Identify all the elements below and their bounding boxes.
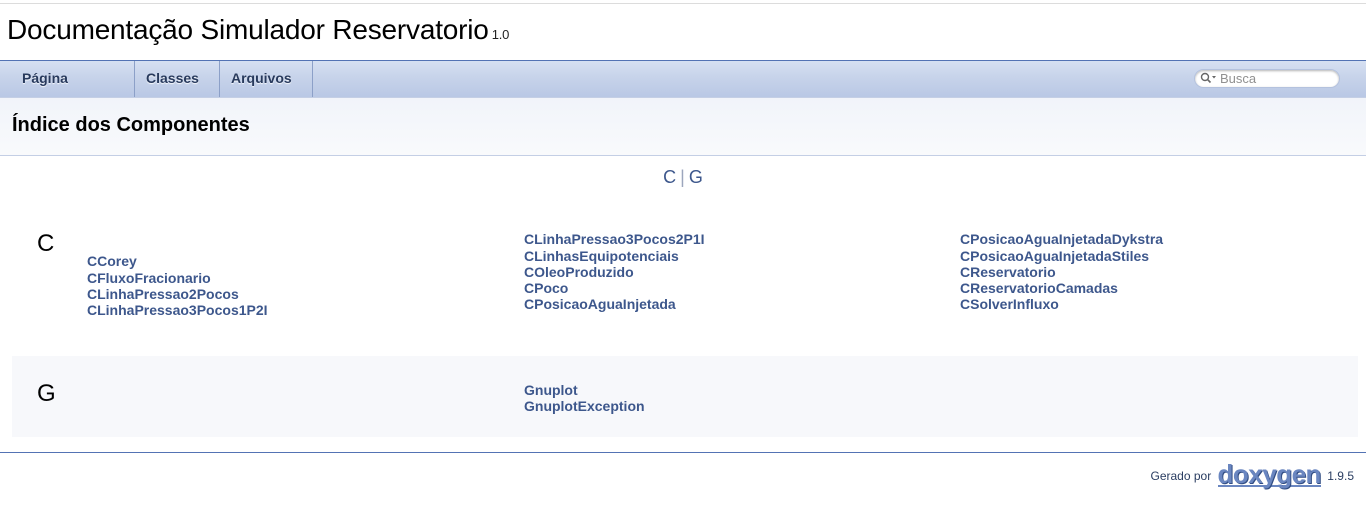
class-link[interactable]: CPosicaoAguaInjetadaDykstra xyxy=(960,231,1163,247)
search-box[interactable] xyxy=(1194,69,1340,88)
class-link[interactable]: CPoco xyxy=(524,280,568,296)
letter-index: C | G xyxy=(0,167,1366,188)
page-header: Índice dos Componentes xyxy=(0,98,1366,156)
footer-divider xyxy=(0,452,1366,453)
class-link[interactable]: CLinhaPressao3Pocos2P1I xyxy=(524,231,705,247)
letter-index-link-g[interactable]: G xyxy=(689,167,703,187)
project-number: 1.0 xyxy=(491,27,510,42)
nav-item-files[interactable]: Arquivos xyxy=(220,61,313,116)
main-nav: Página Principal Classes Arquivos xyxy=(0,61,1366,120)
class-link[interactable]: GnuplotException xyxy=(524,398,645,414)
section-letter-c: C xyxy=(37,230,55,257)
class-link[interactable]: CSolverInfluxo xyxy=(960,296,1059,312)
nav-item-main-page[interactable]: Página Principal xyxy=(10,61,135,120)
class-link[interactable]: COleoProduzido xyxy=(524,264,634,280)
search-input[interactable] xyxy=(1220,71,1335,86)
project-name-text: Documentação Simulador Reservatorio xyxy=(7,14,489,45)
class-link[interactable]: CReservatorioCamadas xyxy=(960,280,1118,296)
search-icon[interactable] xyxy=(1200,72,1218,90)
class-link[interactable]: CPosicaoAguaInjetadaStiles xyxy=(960,248,1149,264)
page-title: Índice dos Componentes xyxy=(12,114,250,136)
nav-item-classes[interactable]: Classes xyxy=(135,61,220,116)
class-link[interactable]: CLinhaPressao2Pocos xyxy=(87,286,239,302)
project-name: Documentação Simulador Reservatorio 1.0 xyxy=(7,14,509,46)
title-area: Documentação Simulador Reservatorio 1.0 xyxy=(0,4,1366,61)
class-link[interactable]: CPosicaoAguaInjetada xyxy=(524,296,676,312)
class-link[interactable]: CCorey xyxy=(87,253,137,269)
footer: Gerado por doxygen 1.9.5 xyxy=(1150,461,1354,490)
class-link[interactable]: CFluxoFracionario xyxy=(87,270,211,286)
doxygen-logo-link[interactable]: doxygen xyxy=(1217,461,1321,487)
class-link[interactable]: CLinhaPressao3Pocos1P2I xyxy=(87,302,268,318)
class-link[interactable]: CLinhasEquipotenciais xyxy=(524,248,679,264)
footer-version: 1.9.5 xyxy=(1327,469,1354,483)
footer-generated-by: Gerado por xyxy=(1150,469,1212,483)
section-letter-g: G xyxy=(37,380,56,407)
nav-item-label: Arquivos xyxy=(231,70,292,86)
letter-index-link-c[interactable]: C xyxy=(663,167,676,187)
section-row-g xyxy=(12,356,1358,437)
class-link[interactable]: Gnuplot xyxy=(524,382,578,398)
class-link[interactable]: CReservatorio xyxy=(960,264,1056,280)
nav-item-label: Classes xyxy=(146,70,199,86)
letter-index-separator: | xyxy=(680,167,685,187)
